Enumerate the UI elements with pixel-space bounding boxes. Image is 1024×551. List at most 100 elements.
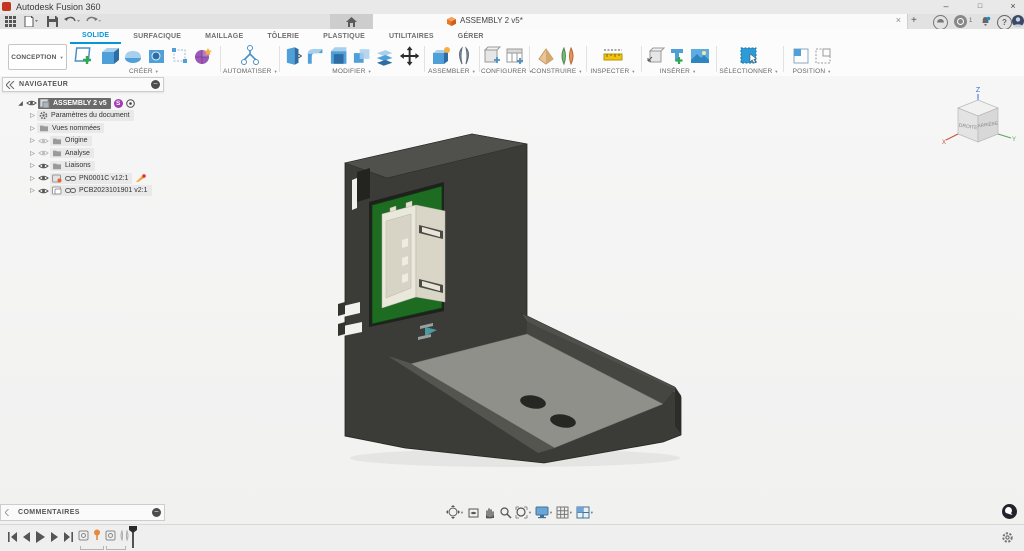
tree-row-vues-nommees[interactable]: ▷ Vues nommées <box>2 122 164 135</box>
tree-row-pcb[interactable]: ▷ PCB2023101901 v2:1 <box>2 185 164 198</box>
view-cube[interactable]: Z DROITE ARRIÈRE X Y <box>938 80 1018 152</box>
visibility-eye-icon[interactable] <box>38 162 49 170</box>
timeline-settings-gear-icon[interactable] <box>1001 531 1014 544</box>
tab-plastique[interactable]: PLASTIQUE <box>311 30 377 43</box>
job-status-icon[interactable] <box>933 15 948 30</box>
step-forward-button[interactable] <box>51 532 58 542</box>
measure-icon[interactable] <box>601 45 625 67</box>
group-label-inspecter[interactable]: INSPECTER <box>588 68 638 75</box>
tab-gerer[interactable]: GÉRER <box>446 30 496 43</box>
tree-root-row[interactable]: ◢ ASSEMBLY 2 v5 S <box>2 97 164 110</box>
visibility-eye-icon[interactable] <box>38 149 49 157</box>
fit-button[interactable]: ▼ <box>515 506 532 519</box>
expand-icon[interactable]: ▷ <box>28 112 37 119</box>
insert-mesh-icon[interactable] <box>667 45 687 67</box>
document-tab[interactable]: ASSEMBLY 2 v5* × <box>372 14 908 29</box>
tree-row-liaisons[interactable]: ▷ Liaisons <box>2 160 164 173</box>
maximize-button[interactable]: □ <box>967 0 993 13</box>
configuration-table-icon[interactable] <box>504 45 526 67</box>
tab-tolerie[interactable]: TÔLERIE <box>255 30 311 43</box>
hole-icon[interactable] <box>146 45 168 67</box>
revolve-icon[interactable] <box>122 45 144 67</box>
timeline-scrubber[interactable] <box>128 526 138 548</box>
visibility-eye-icon[interactable] <box>38 137 49 145</box>
workspace-selector[interactable]: CONCEPTION <box>8 44 67 70</box>
group-label-inserer[interactable]: INSÉRER <box>643 68 713 75</box>
expand-comments-icon[interactable] <box>5 509 13 516</box>
activate-component-icon[interactable] <box>126 99 135 108</box>
group-label-position[interactable]: POSITION <box>785 68 839 75</box>
go-to-end-button[interactable] <box>64 532 73 542</box>
tree-row-analyse[interactable]: ▷ Analyse <box>2 147 164 160</box>
simulation-badge[interactable]: S <box>114 99 123 108</box>
save-icon[interactable] <box>47 16 60 27</box>
zoom-button[interactable] <box>499 506 512 519</box>
construction-axis-icon[interactable] <box>559 45 579 67</box>
3d-model-bracket-assembly[interactable] <box>330 130 690 470</box>
timeline-component-feature[interactable] <box>78 530 89 541</box>
assistant-bubble[interactable] <box>1002 504 1017 519</box>
timeline-component-feature[interactable] <box>105 530 116 541</box>
user-avatar[interactable] <box>1012 15 1024 27</box>
go-to-start-button[interactable] <box>8 532 17 542</box>
close-window-button[interactable]: × <box>1000 0 1024 13</box>
new-component-icon[interactable] <box>430 45 452 67</box>
help-icon[interactable]: ? <box>997 15 1012 30</box>
form-icon[interactable] <box>192 45 214 67</box>
close-document-icon[interactable]: × <box>896 15 901 25</box>
viewport-canvas[interactable]: Z DROITE ARRIÈRE X Y NAVIGATEUR – ◢ ASSE… <box>0 76 1024 524</box>
expand-icon[interactable]: ▷ <box>28 187 37 194</box>
expand-icon[interactable]: ▷ <box>28 162 37 169</box>
offset-face-icon[interactable] <box>374 45 395 67</box>
press-pull-icon[interactable] <box>283 45 302 67</box>
tree-row-pn0001c[interactable]: ▷ PN0001C v12:1 <box>2 172 164 185</box>
group-label-configurer[interactable]: CONFIGURER <box>481 68 527 75</box>
joint-icon[interactable] <box>454 45 474 67</box>
create-sketch-icon[interactable] <box>74 45 96 67</box>
expand-icon[interactable]: ▷ <box>28 125 37 132</box>
timeline-pin-feature[interactable] <box>92 529 102 541</box>
tab-utilitaires[interactable]: UTILITAIRES <box>377 30 446 43</box>
app-grid-icon[interactable] <box>5 16 18 27</box>
tree-row-origine[interactable]: ▷ Origine <box>2 135 164 148</box>
expand-icon[interactable]: ▷ <box>28 150 37 157</box>
navigator-close-button[interactable]: – <box>151 80 160 89</box>
collapse-panel-icon[interactable] <box>6 81 15 89</box>
capture-position-icon[interactable] <box>791 45 811 67</box>
fillet-icon[interactable] <box>304 45 325 67</box>
notifications-bell-icon[interactable] <box>980 16 991 27</box>
grid-snaps-button[interactable]: ▼ <box>556 506 573 519</box>
navigator-header[interactable]: NAVIGATEUR – <box>2 77 164 92</box>
display-settings-button[interactable]: ▼ <box>535 506 553 519</box>
step-back-button[interactable] <box>23 532 30 542</box>
file-menu-icon[interactable] <box>24 16 37 27</box>
group-label-construire[interactable]: CONSTRUIRE <box>531 68 583 75</box>
configuration-icon[interactable] <box>482 45 502 67</box>
combine-icon[interactable] <box>351 45 372 67</box>
expand-icon[interactable]: ▷ <box>28 137 37 144</box>
group-label-creer[interactable]: CRÉER <box>70 68 218 75</box>
extrude-icon[interactable] <box>98 45 120 67</box>
expand-icon[interactable]: ▷ <box>28 175 37 182</box>
group-label-selectionner[interactable]: SÉLECTIONNER <box>718 68 780 75</box>
pan-button[interactable] <box>483 506 496 519</box>
expand-open-icon[interactable]: ◢ <box>16 100 25 107</box>
revert-position-icon[interactable] <box>813 45 833 67</box>
construction-plane-icon[interactable] <box>535 45 557 67</box>
viewports-button[interactable]: ▼ <box>576 506 594 519</box>
new-document-button[interactable]: + <box>911 15 917 26</box>
shell-icon[interactable] <box>328 45 349 67</box>
sketch-dimension-icon[interactable] <box>170 45 190 67</box>
move-icon[interactable] <box>398 44 421 68</box>
redo-icon[interactable] <box>85 16 98 27</box>
selection-set-icon[interactable] <box>738 45 760 67</box>
orbit-button[interactable]: ▼ <box>446 505 464 519</box>
extensions-icon[interactable] <box>954 15 967 28</box>
tab-maillage[interactable]: MAILLAGE <box>193 30 255 43</box>
group-label-modifier[interactable]: MODIFIER <box>282 68 422 75</box>
group-label-assembler[interactable]: ASSEMBLER <box>426 68 478 75</box>
comments-close-button[interactable]: – <box>152 508 161 517</box>
canvas-image-icon[interactable] <box>689 45 711 67</box>
undo-icon[interactable] <box>64 16 77 27</box>
derive-icon[interactable] <box>645 45 665 67</box>
